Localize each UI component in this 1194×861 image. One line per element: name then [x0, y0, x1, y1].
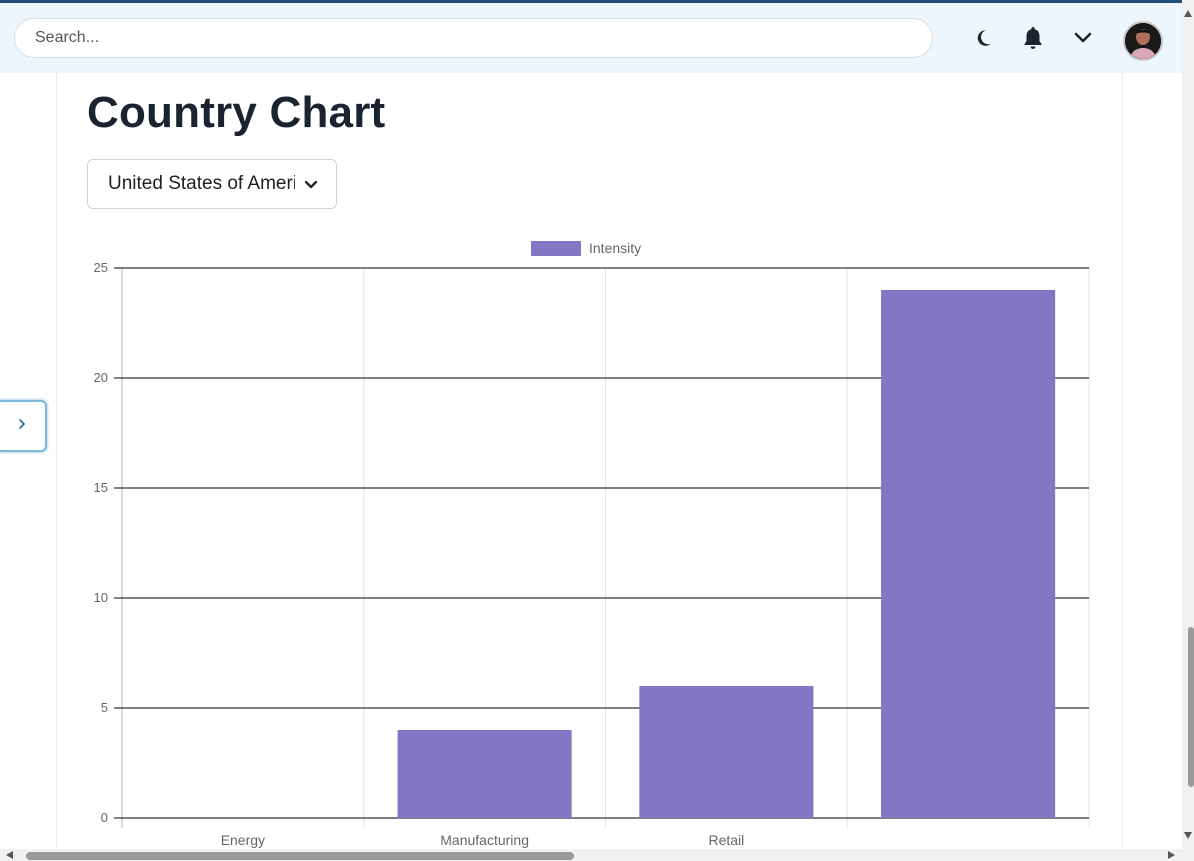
chart-bar-unlabeled: [881, 290, 1056, 818]
y-tick-label: 10: [94, 590, 108, 605]
chart-bar-retail: [639, 686, 814, 818]
intensity-bar-chart: 0 5 10 15 20 25 Energy Manufacturing Retail Inten…: [94, 240, 1090, 848]
chart-bar-manufacturing: [397, 730, 572, 818]
vertical-scrollbar-thumb[interactable]: [1188, 627, 1194, 787]
top-bar: [0, 3, 1182, 73]
chevron-down-icon: [304, 177, 318, 195]
x-tick-label: Manufacturing: [440, 832, 529, 848]
scroll-down-arrow-icon[interactable]: [1184, 832, 1192, 839]
y-tick-label: 5: [101, 700, 108, 715]
chevron-right-icon: [17, 417, 27, 436]
legend-swatch: [531, 241, 581, 256]
search-input[interactable]: [14, 18, 933, 58]
country-select-value: United States of America: [108, 173, 295, 194]
moon-icon[interactable]: [971, 25, 995, 51]
y-tick-label: 20: [94, 370, 108, 385]
chevron-down-icon[interactable]: [1071, 25, 1095, 51]
bell-icon[interactable]: [1021, 25, 1045, 51]
avatar[interactable]: [1123, 21, 1163, 61]
scroll-left-arrow-icon[interactable]: [6, 851, 13, 859]
x-tick-label: Retail: [708, 832, 744, 848]
y-tick-label: 15: [94, 480, 108, 495]
y-tick-label: 25: [94, 260, 108, 275]
scroll-right-arrow-icon[interactable]: [1168, 851, 1175, 859]
x-tick-label: Energy: [221, 832, 265, 848]
y-tick-label: 0: [101, 810, 108, 825]
page-title: Country Chart: [87, 88, 386, 137]
scroll-up-arrow-icon[interactable]: [1184, 10, 1192, 17]
country-select[interactable]: United States of America: [87, 159, 337, 209]
legend-label: Intensity: [589, 240, 641, 256]
sidebar-toggle-button[interactable]: [0, 400, 47, 452]
horizontal-scrollbar-thumb[interactable]: [26, 852, 574, 860]
